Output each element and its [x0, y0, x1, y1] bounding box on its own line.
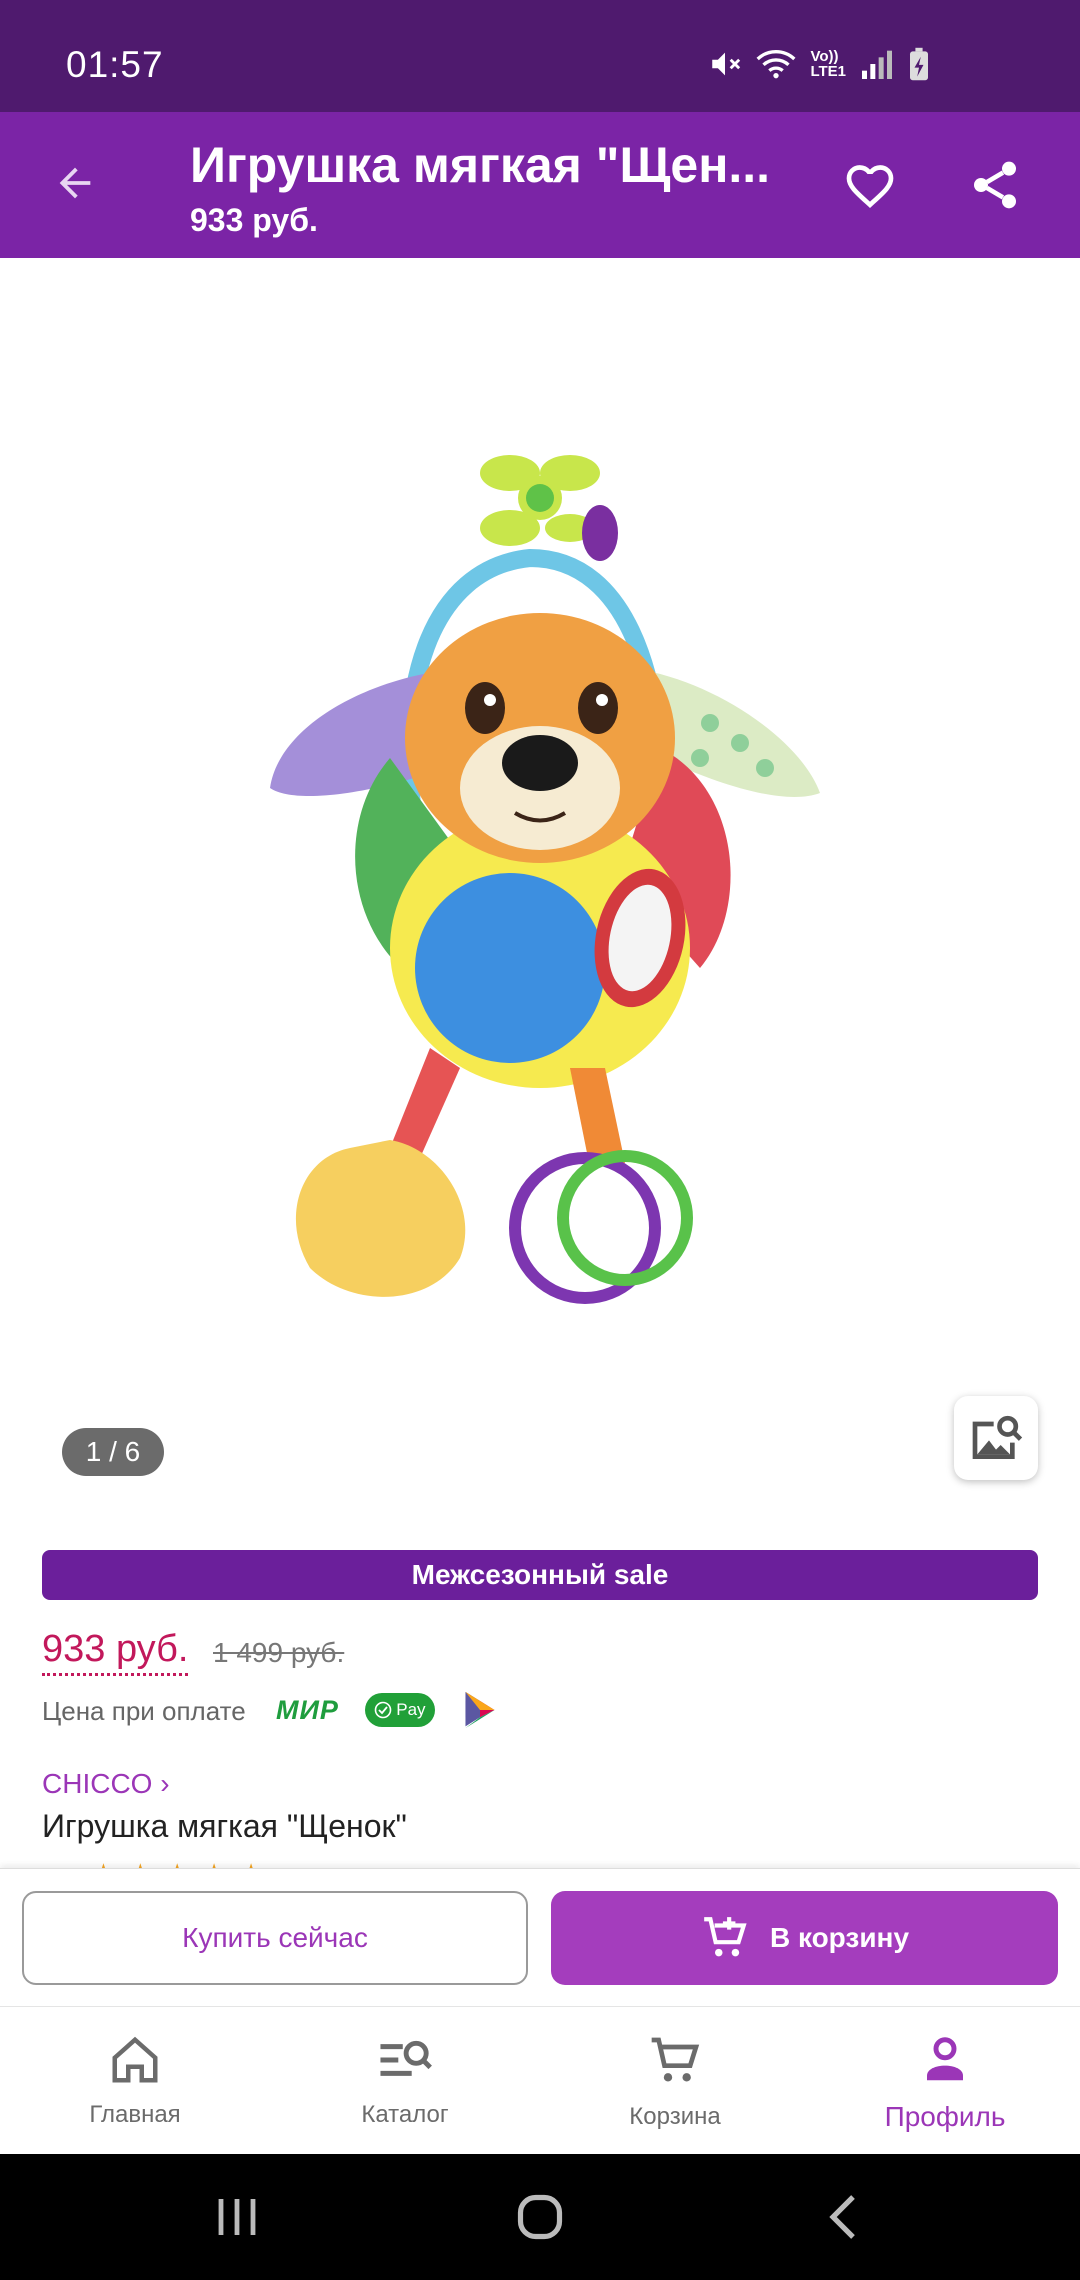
brand-link[interactable]: CHICCO › — [42, 1768, 170, 1800]
buy-now-button[interactable]: Купить сейчас — [22, 1891, 528, 1985]
recents-icon — [218, 2199, 256, 2235]
back-system-button[interactable] — [798, 2172, 888, 2262]
system-navigation-bar — [0, 2154, 1080, 2280]
nav-item-cart[interactable]: Корзина — [540, 2007, 810, 2154]
old-price: 1 499 руб. — [213, 1637, 345, 1668]
page-title: Игрушка мягкая "Щен... — [190, 137, 771, 193]
status-icons: Vo)) LTE1 — [708, 46, 930, 82]
nav-label-profile: Профиль — [884, 2101, 1006, 2132]
profile-icon — [927, 2037, 963, 2081]
volte-line2: LTE1 — [810, 63, 846, 80]
home-circle-icon — [517, 2194, 563, 2240]
add-cart-icon — [704, 1917, 747, 1957]
arrow-back-icon — [59, 167, 91, 199]
photo-search-button[interactable] — [954, 1396, 1038, 1480]
action-panel: Купить сейчас В корзину — [0, 1868, 1080, 2006]
page-subtitle-price: 933 руб. — [190, 202, 318, 238]
heart-outline-icon — [846, 165, 894, 209]
nav-label-home: Главная — [89, 2101, 181, 2128]
status-bar: 01:57 Vo)) LTE1 — [0, 0, 1080, 112]
product-image-puppy-toy[interactable] — [240, 428, 840, 1308]
home-icon — [112, 2036, 158, 2083]
back-button[interactable] — [40, 148, 110, 218]
product-name: Игрушка мягкая "Щенок" — [42, 1808, 407, 1844]
nav-label-catalog: Каталог — [361, 2101, 449, 2128]
add-to-cart-button[interactable]: В корзину — [551, 1891, 1058, 1985]
wifi-icon — [756, 50, 796, 79]
battery-charging-icon — [910, 47, 928, 81]
volte-line1: Vo)) — [810, 48, 839, 65]
mir-logo: МИР — [276, 1694, 339, 1725]
volte-icon: Vo)) LTE1 — [810, 49, 846, 79]
image-search-icon — [972, 1415, 1023, 1459]
nav-item-home[interactable]: Главная — [0, 2007, 270, 2154]
signal-icon — [862, 50, 892, 79]
cart-icon — [651, 2037, 700, 2082]
catalog-search-icon — [380, 2040, 432, 2076]
payment-methods: МИР Pay — [276, 1690, 499, 1730]
sber-check-icon — [374, 1701, 392, 1719]
payment-label: Цена при оплате — [42, 1696, 246, 1726]
app-bar: Игрушка мягкая "Щен... 933 руб. — [0, 112, 1080, 258]
current-price[interactable]: 933 руб. — [42, 1628, 189, 1676]
sber-pay-logo: Pay — [364, 1693, 435, 1727]
product-gallery[interactable]: 1 / 6 — [0, 258, 1080, 1498]
share-icon — [974, 161, 1016, 209]
nav-item-catalog[interactable]: Каталог — [270, 2007, 540, 2154]
gallery-page-counter: 1 / 6 — [62, 1428, 164, 1476]
home-system-button[interactable] — [495, 2172, 585, 2262]
mute-icon — [712, 52, 741, 76]
sbp-logo-icon — [465, 1691, 495, 1729]
share-button[interactable] — [960, 150, 1030, 220]
recents-button[interactable] — [192, 2172, 282, 2262]
nav-item-profile[interactable]: Профиль — [810, 2007, 1080, 2154]
favorite-button[interactable] — [835, 150, 905, 220]
back-chevron-icon — [829, 2195, 855, 2239]
bottom-navigation: Главная Каталог Корзина Профиль — [0, 2006, 1080, 2154]
add-to-cart-label: В корзину — [769, 1922, 910, 1953]
sale-banner[interactable]: Межсезонный sale — [42, 1550, 1038, 1600]
status-time: 01:57 — [66, 44, 164, 85]
nav-label-cart: Корзина — [629, 2103, 721, 2130]
sber-pay-label: Pay — [396, 1700, 426, 1719]
